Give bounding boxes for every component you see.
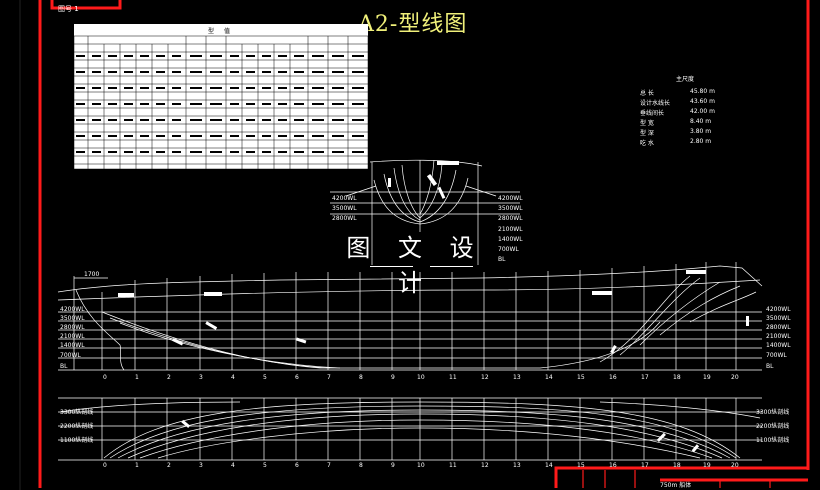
station-label: 19 [703, 374, 711, 381]
buttock-label-right: 3300纵剖线 [756, 409, 790, 416]
profile-wl-label-left: 4200WL [60, 306, 85, 313]
station-label: 18 [673, 374, 681, 381]
particular-value: 3.80 m [690, 128, 712, 135]
profile-wl-label-left: 2800WL [60, 324, 85, 331]
watermark-text: 图 文 设 计 [346, 234, 484, 297]
station-label: 15 [577, 374, 585, 381]
station-label: 16 [609, 374, 617, 381]
buttock-label-right: 2200纵剖线 [756, 423, 790, 430]
particular-label: 设计水线长 [640, 100, 671, 107]
station-label: 13 [513, 462, 521, 469]
station-label: 6 [295, 462, 299, 469]
half-breadth-plan [58, 397, 762, 461]
profile-wl-label-right: 3500WL [766, 315, 791, 322]
station-label: 4 [231, 462, 235, 469]
station-label: 5 [263, 462, 267, 469]
buttock-label-left: 1100纵剖线 [60, 437, 94, 444]
watermark-underline [370, 266, 413, 267]
station-label: 14 [545, 462, 553, 469]
body-wl-label: 4200WL [332, 195, 357, 202]
particular-label: 吃 水 [640, 140, 654, 147]
body-wl-label: 1400WL [498, 236, 523, 243]
body-wl-label: 4200WL [498, 195, 523, 202]
station-label: 8 [359, 374, 363, 381]
station-label: 6 [295, 374, 299, 381]
station-label: 16 [609, 462, 617, 469]
body-wl-label: 2800WL [332, 215, 357, 222]
station-label: 0 [103, 374, 107, 381]
particular-label: 垂线间长 [640, 110, 665, 117]
drawing-canvas: { "sheet": { "title": "A2-型线图", "tab_lab… [0, 0, 820, 490]
station-label: 13 [513, 374, 521, 381]
particular-label: 总 长 [640, 90, 654, 97]
profile-wl-label-left: 3500WL [60, 315, 85, 322]
body-wl-label: BL [498, 256, 506, 263]
profile-wl-label-left: 1400WL [60, 342, 85, 349]
profile-wl-label-left: BL [60, 363, 68, 370]
station-label: 14 [545, 374, 553, 381]
station-label: 11 [449, 462, 457, 469]
station-label: 12 [481, 462, 489, 469]
body-wl-label: 700WL [498, 246, 519, 253]
body-wl-label: 2800WL [498, 215, 523, 222]
particular-label: 型 宽 [640, 120, 654, 127]
station-label: 10 [417, 462, 425, 469]
buttock-label-left: 3300纵剖线 [60, 409, 94, 416]
particular-value: 43.60 m [690, 98, 715, 105]
station-label: 7 [327, 462, 331, 469]
profile-wl-label-right: 4200WL [766, 306, 791, 313]
station-label: 20 [731, 374, 739, 381]
station-label: 12 [481, 374, 489, 381]
offset-table: 型 值 [74, 24, 368, 169]
station-label: 10 [417, 374, 425, 381]
station-label: 19 [703, 462, 711, 469]
buttock-label-left: 2200纵剖线 [60, 423, 94, 430]
station-label: 3 [199, 462, 203, 469]
particular-label: 型 深 [640, 130, 654, 137]
station-label: 0 [103, 462, 107, 469]
title-block-label: 750m 船体 [660, 482, 692, 489]
buttock-label-right: 1100纵剖线 [756, 437, 790, 444]
station-label: 11 [449, 374, 457, 381]
drawing-title: A2-型线图 [358, 12, 468, 37]
body-wl-label: 3500WL [332, 205, 357, 212]
profile-wl-label-left: 700WL [60, 352, 81, 359]
particular-value: 42.00 m [690, 108, 715, 115]
profile-wl-label-left: 2100WL [60, 333, 85, 340]
profile-wl-label-right: 2800WL [766, 324, 791, 331]
watermark-underline [430, 266, 473, 267]
profile-wl-label-right: BL [766, 363, 774, 370]
station-label: 9 [391, 462, 395, 469]
station-label: 5 [263, 374, 267, 381]
deck-height-label: 1700 [84, 271, 100, 278]
station-label: 7 [327, 374, 331, 381]
station-label: 17 [641, 374, 649, 381]
offset-table-grid [74, 35, 368, 169]
station-label: 3 [199, 374, 203, 381]
profile-wl-label-right: 700WL [766, 352, 787, 359]
body-wl-label: 3500WL [498, 205, 523, 212]
station-label: 18 [673, 462, 681, 469]
station-label: 2 [167, 374, 171, 381]
station-label: 17 [641, 462, 649, 469]
station-label: 1 [135, 374, 139, 381]
station-label: 4 [231, 374, 235, 381]
station-label: 2 [167, 462, 171, 469]
station-label: 9 [391, 374, 395, 381]
sheet-tab-label: 图号 1 [58, 5, 79, 13]
particulars-heading: 主尺度 [676, 76, 695, 83]
particular-value: 2.80 m [690, 138, 712, 145]
station-label: 8 [359, 462, 363, 469]
body-wl-label: 2100WL [498, 226, 523, 233]
station-label: 1 [135, 462, 139, 469]
station-label: 20 [731, 462, 739, 469]
profile-wl-label-right: 2100WL [766, 333, 791, 340]
particular-value: 45.80 m [690, 88, 715, 95]
particular-value: 8.40 m [690, 118, 712, 125]
station-label: 15 [577, 462, 585, 469]
profile-wl-label-right: 1400WL [766, 342, 791, 349]
